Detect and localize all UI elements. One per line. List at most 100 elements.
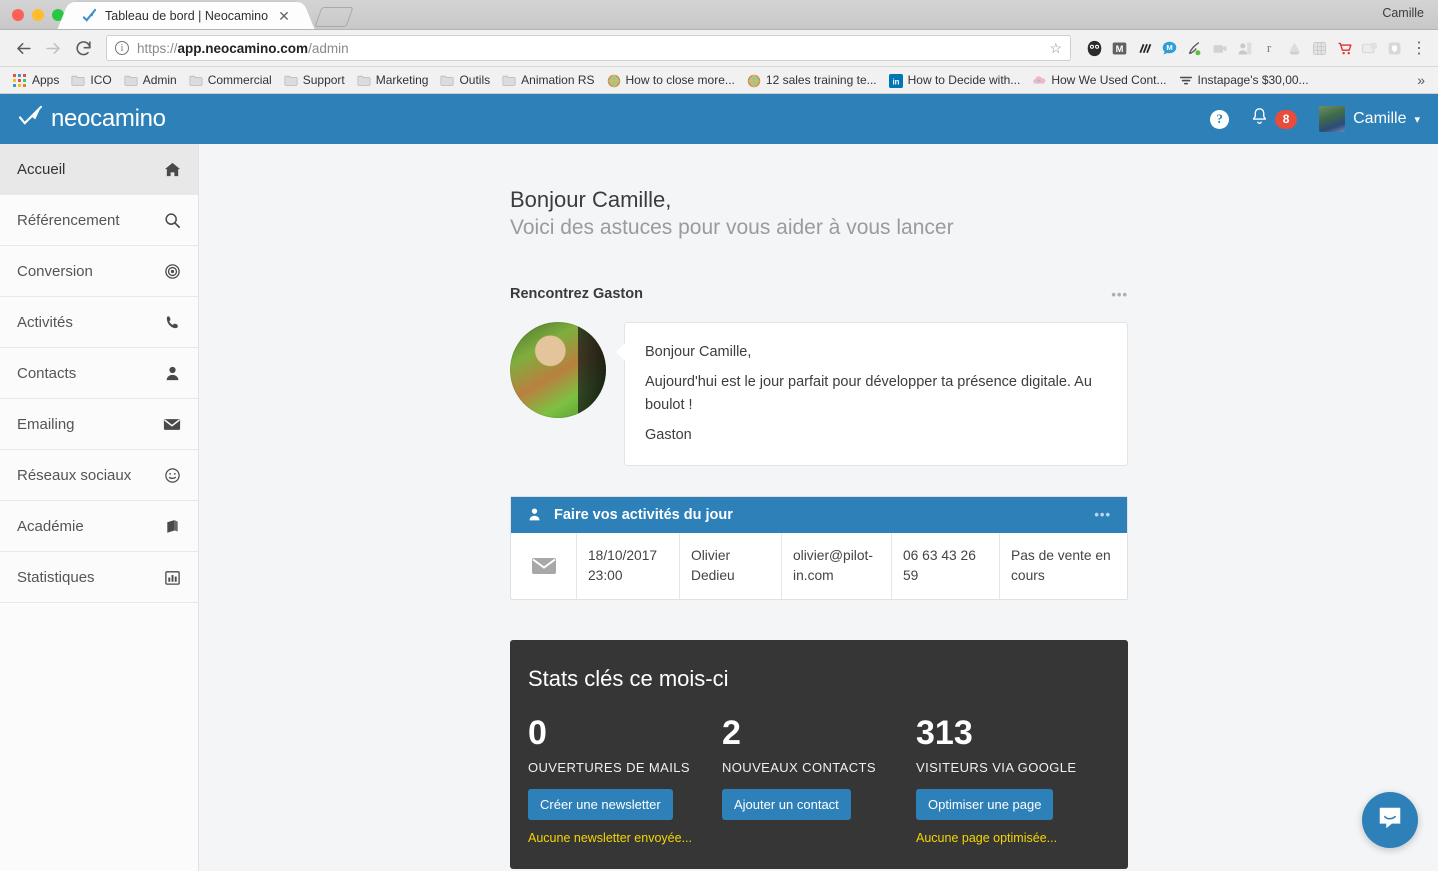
camera-extension-icon[interactable] — [1208, 37, 1230, 59]
bookmark-apps[interactable]: Apps — [8, 71, 64, 89]
gaston-menu-button[interactable]: ••• — [1111, 287, 1128, 302]
close-window-button[interactable] — [12, 9, 24, 21]
optimize-page-button[interactable]: Optimiser une page — [916, 788, 1054, 820]
svg-text:M: M — [1166, 43, 1172, 52]
url-text: https://app.neocamino.com/admin — [137, 40, 349, 56]
page-title: Bonjour Camille, — [510, 187, 672, 212]
bookmark-admin[interactable]: Admin — [119, 71, 182, 89]
cell-phone: 06 63 43 26 59 — [892, 532, 1000, 599]
sidebar-item-activites[interactable]: Activités — [0, 297, 198, 348]
mail-extension-icon[interactable] — [1358, 37, 1380, 59]
cell-email: olivier@pilot-in.com — [782, 532, 892, 599]
grid-extension-icon[interactable] — [1308, 37, 1330, 59]
bookmark-label: Instapage's $30,00... — [1197, 73, 1309, 87]
bookmark-how-to-decide[interactable]: in How to Decide with... — [884, 71, 1026, 89]
window-controls[interactable] — [12, 9, 64, 21]
sidebar-item-academie[interactable]: Académie — [0, 501, 198, 552]
table-row[interactable]: 18/10/2017 23:00 Olivier Dedieu olivier@… — [511, 532, 1127, 599]
folder-icon — [502, 74, 516, 87]
sidebar-item-conversion[interactable]: Conversion — [0, 246, 198, 297]
browser-toolbar: i https://app.neocamino.com/admin ☆ M M — [0, 30, 1438, 67]
stats-panel-title: Stats clés ce mois-ci — [528, 665, 729, 691]
address-bar[interactable]: i https://app.neocamino.com/admin ☆ — [106, 35, 1071, 61]
sidebar-item-statistiques[interactable]: Statistiques — [0, 552, 198, 603]
user-icon — [527, 507, 542, 522]
avatar — [1319, 106, 1346, 132]
stat-note: Aucune page optimisée... — [916, 830, 1058, 845]
bookmark-ico[interactable]: ICO — [66, 71, 116, 89]
bookmark-star-icon[interactable]: ☆ — [1049, 40, 1062, 57]
drive-extension-icon[interactable] — [1283, 37, 1305, 59]
bookmark-12-sales-training[interactable]: 12 sales training te... — [742, 71, 882, 89]
forward-button[interactable] — [38, 33, 68, 63]
gaston-line-2: Aujourd'hui est le jour parfait pour dév… — [645, 374, 1092, 413]
new-tab-button[interactable] — [314, 7, 354, 27]
bookmark-how-to-close[interactable]: How to close more... — [602, 71, 740, 89]
smiley-icon — [163, 467, 181, 484]
browser-tab-active[interactable]: Tableau de bord | Neocamino ✕ — [70, 2, 302, 29]
app-body: Accueil Référencement Conversion Activit… — [0, 144, 1438, 871]
bookmark-label: How We Used Cont... — [1051, 73, 1167, 87]
reddit-extension-icon[interactable]: r — [1258, 37, 1280, 59]
notifications-button[interactable]: 8 — [1251, 107, 1298, 131]
reload-button[interactable] — [68, 33, 98, 63]
svg-text:in: in — [892, 77, 899, 86]
cart-extension-icon[interactable] — [1333, 37, 1355, 59]
browser-menu-icon[interactable]: ⋮ — [1408, 37, 1430, 59]
sidebar-item-referencement[interactable]: Référencement — [0, 195, 198, 246]
mention-extension-icon[interactable]: M — [1158, 37, 1180, 59]
brand-logo[interactable]: neocamino — [18, 105, 166, 133]
gmail-extension-icon[interactable]: M — [1108, 37, 1130, 59]
back-button[interactable] — [8, 33, 38, 63]
folder-icon — [189, 74, 203, 87]
help-icon[interactable]: ? — [1210, 109, 1230, 129]
globe-icon — [607, 74, 621, 87]
contacts-extension-icon[interactable] — [1233, 37, 1255, 59]
gaston-line-1: Bonjour Camille, — [645, 344, 752, 360]
minimize-window-button[interactable] — [32, 9, 44, 21]
stat-label: OUVERTURES DE MAILS — [528, 759, 690, 775]
extension-toolbar: M M r ⋮ — [1079, 37, 1430, 59]
phone-icon — [163, 314, 181, 331]
bookmarks-overflow-button[interactable]: » — [1412, 70, 1430, 90]
shield-extension-icon[interactable] — [1383, 37, 1405, 59]
page-info-icon[interactable]: i — [115, 41, 129, 55]
bookmark-support[interactable]: Support — [279, 71, 350, 89]
sidebar-item-label: Académie — [17, 517, 84, 535]
folder-icon — [124, 74, 138, 87]
bookmark-outils[interactable]: Outils — [435, 71, 495, 89]
bookmark-commercial[interactable]: Commercial — [184, 71, 277, 89]
activities-panel-title: Faire vos activités du jour — [554, 506, 733, 523]
target-icon — [163, 263, 181, 280]
cell-status: Pas de vente en cours — [1011, 547, 1111, 583]
bookmark-animation-rs[interactable]: Animation RS — [497, 71, 599, 89]
create-newsletter-button[interactable]: Créer une newsletter — [528, 788, 673, 820]
apps-grid-icon — [13, 73, 27, 87]
user-menu[interactable]: Camille ▾ — [1319, 106, 1420, 132]
feather-check-icon — [82, 8, 97, 23]
gaston-title-text: Rencontrez Gaston — [510, 286, 643, 302]
stat-note: Aucune newsletter envoyée... — [528, 830, 692, 845]
folder-icon — [71, 74, 85, 87]
owl-extension-icon[interactable] — [1083, 37, 1105, 59]
sidebar-item-label: Conversion — [17, 262, 93, 280]
sidebar-item-accueil[interactable]: Accueil — [0, 144, 198, 195]
activities-menu-button[interactable]: ••• — [1094, 507, 1111, 522]
bookmark-how-we-used-cont[interactable]: How We Used Cont... — [1027, 71, 1171, 89]
add-contact-button[interactable]: Ajouter un contact — [722, 788, 851, 820]
globe-icon — [747, 74, 761, 87]
bookmark-label: Commercial — [207, 73, 272, 87]
stats-grid: 0 OUVERTURES DE MAILS Créer une newslett… — [528, 716, 1110, 845]
bookmark-marketing[interactable]: Marketing — [352, 71, 434, 89]
sidebar-item-contacts[interactable]: Contacts — [0, 348, 198, 399]
gaston-section-title: Rencontrez Gaston ••• — [510, 286, 1128, 302]
home-icon — [163, 161, 181, 178]
svg-text:M: M — [1115, 43, 1123, 53]
bookmark-instapage[interactable]: Instapage's $30,00... — [1174, 71, 1314, 89]
person-extension-icon[interactable] — [1183, 37, 1205, 59]
intercom-launcher-button[interactable] — [1362, 792, 1418, 848]
close-tab-button[interactable]: ✕ — [276, 9, 292, 23]
slashes-extension-icon[interactable] — [1133, 37, 1155, 59]
sidebar-item-emailing[interactable]: Emailing — [0, 399, 198, 450]
sidebar-item-reseaux-sociaux[interactable]: Réseaux sociaux — [0, 450, 198, 501]
